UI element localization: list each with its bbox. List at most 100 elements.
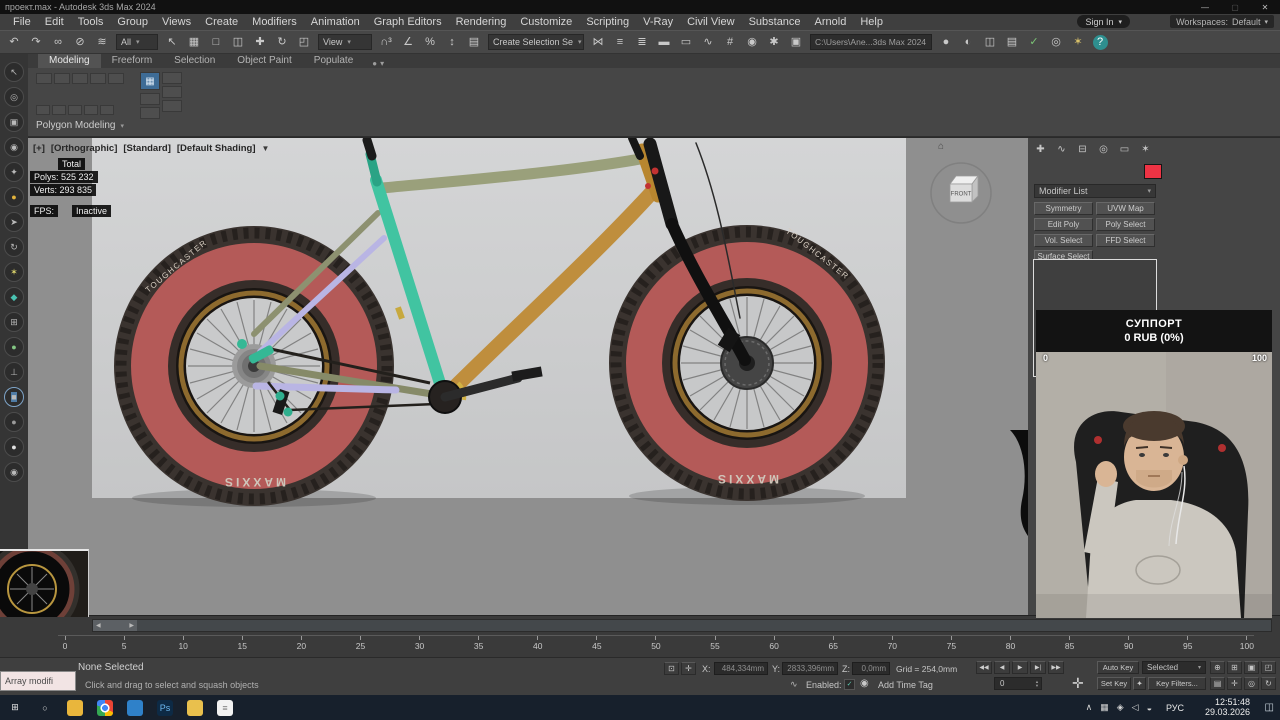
viewport-menu-standard[interactable]: [Standard] <box>123 143 171 154</box>
toolbar-icon[interactable]: ↕ <box>441 32 463 52</box>
tray-icon[interactable]: ▦ <box>1100 702 1109 713</box>
left-tool-icon[interactable]: ➤ <box>4 212 24 232</box>
playback-button[interactable]: ▶| <box>1030 661 1046 674</box>
polygon-modeling-section[interactable]: Polygon Modeling ▾ <box>36 120 124 131</box>
toolbar-icon[interactable]: ≡ <box>609 32 631 52</box>
x-coordinate-field[interactable]: 484,334mm <box>714 662 768 675</box>
menu-item[interactable]: Rendering <box>449 14 514 30</box>
modifier-list-dropdown[interactable]: Modifier List ▾ <box>1034 184 1156 198</box>
taskbar-app-button[interactable] <box>60 695 90 720</box>
ribbon-mini-button[interactable] <box>36 105 50 115</box>
toolbar-icon[interactable]: ▣ <box>785 32 807 52</box>
pan-keyboard-icon[interactable]: ✛ <box>1072 675 1084 692</box>
all-filter-dropdown[interactable]: All ▾ <box>116 34 158 50</box>
toolbar-icon[interactable]: ≋ <box>91 32 113 52</box>
toolbar-icon[interactable]: ↖ <box>161 32 183 52</box>
taskbar-app-button[interactable] <box>180 695 210 720</box>
viewport-nav-icon[interactable]: ▤ <box>1210 677 1225 690</box>
taskbar-app-button[interactable]: Ps <box>150 695 180 720</box>
modifier-button[interactable]: UVW Map <box>1096 202 1155 215</box>
menu-item[interactable]: Substance <box>742 14 808 30</box>
ribbon-mini-button[interactable] <box>108 73 124 84</box>
toolbar-icon[interactable]: ✱ <box>763 32 785 52</box>
ribbon-mini-button[interactable] <box>162 100 182 112</box>
language-indicator[interactable]: РУС <box>1166 695 1184 720</box>
viewport-nav-icon[interactable]: ◰ <box>1261 661 1276 674</box>
left-tool-icon[interactable]: ⊞ <box>4 312 24 332</box>
ribbon-mini-button[interactable] <box>162 72 182 84</box>
project-path-field[interactable]: C:\Users\Ane...3ds Max 2024 <box>810 34 932 50</box>
modifier-button[interactable]: Vol. Select <box>1034 234 1093 247</box>
toolbar-icon[interactable]: ↶ <box>3 32 25 52</box>
tray-icon[interactable]: ◁ <box>1132 702 1139 713</box>
ribbon-mini-button[interactable] <box>72 73 88 84</box>
taskbar-app-button[interactable]: ⊞ <box>0 695 30 720</box>
set-key-button[interactable]: Set Key <box>1097 677 1131 690</box>
sign-in-button[interactable]: Sign In ▾ <box>1077 15 1130 28</box>
ribbon-mini-button[interactable] <box>36 73 52 84</box>
command-panel-tab-icon[interactable]: ◎ <box>1095 142 1112 157</box>
toolbar-icon[interactable]: ▤ <box>1001 32 1023 52</box>
menu-item[interactable]: Tools <box>71 14 111 30</box>
viewport-menu-shading[interactable]: [Default Shading] <box>177 143 256 154</box>
ribbon-tab[interactable]: Selection <box>163 54 226 68</box>
y-coordinate-field[interactable]: 2833,396mm <box>782 662 838 675</box>
left-tool-icon[interactable]: ● <box>4 437 24 457</box>
ribbon-mini-button[interactable] <box>90 73 106 84</box>
add-time-tag[interactable]: Add Time Tag <box>878 680 933 690</box>
toolbar-icon[interactable]: ∠ <box>397 32 419 52</box>
left-tool-icon[interactable]: ● <box>4 337 24 357</box>
menu-item[interactable]: Scripting <box>579 14 636 30</box>
toolbar-icon[interactable]: ● <box>935 32 957 52</box>
left-tool-icon[interactable]: ✦ <box>4 162 24 182</box>
reference-coordinate-dropdown[interactable]: View ▾ <box>318 34 372 50</box>
ribbon-mini-button[interactable] <box>162 86 182 98</box>
toolbar-icon[interactable]: ✚ <box>249 32 271 52</box>
playback-button[interactable]: ◀◀ <box>976 661 992 674</box>
next-frame-icon[interactable]: ▶ <box>129 622 134 629</box>
toolbar-icon[interactable]: ↷ <box>25 32 47 52</box>
viewport-nav-icon[interactable]: ✛ <box>1227 677 1242 690</box>
taskbar-app-button[interactable] <box>90 695 120 720</box>
tray-icon[interactable]: ∧ <box>1086 702 1093 713</box>
left-tool-icon[interactable]: ↻ <box>4 237 24 257</box>
modifier-button[interactable]: Poly Select <box>1096 218 1155 231</box>
toolbar-icon[interactable]: ◉ <box>741 32 763 52</box>
playback-button[interactable]: ▶ <box>1012 661 1028 674</box>
toolbar-icon[interactable]: ∞ <box>47 32 69 52</box>
spinner-arrows-icon[interactable]: ▲ ▼ <box>1035 679 1039 688</box>
toolbar-icon[interactable]: ? <box>1089 32 1111 52</box>
toolbar-icon[interactable]: # <box>719 32 741 52</box>
viewport-nav-icon[interactable]: ↻ <box>1261 677 1276 690</box>
key-mode-dropdown[interactable]: Selected ▾ <box>1142 661 1206 674</box>
toolbar-icon[interactable]: ≣ <box>631 32 653 52</box>
notification-center-icon[interactable]: ◫ <box>1265 695 1274 720</box>
ribbon-mini-button[interactable] <box>140 93 160 105</box>
workspaces-dropdown[interactable]: Workspaces: Default ▾ <box>1170 15 1274 28</box>
time-slider-handle[interactable]: ◀ ▶ <box>93 620 137 631</box>
ribbon-tab[interactable]: Modeling <box>38 54 101 68</box>
ribbon-mini-button[interactable] <box>84 105 98 115</box>
toolbar-icon[interactable]: ✶ <box>1067 32 1089 52</box>
ribbon-mini-button[interactable] <box>140 107 160 119</box>
mini-curve-icon[interactable]: ∿ <box>790 679 798 690</box>
minimize-button[interactable]: — <box>1190 0 1220 14</box>
left-tool-icon[interactable]: ◎ <box>4 87 24 107</box>
toolbar-icon[interactable]: ⊘ <box>69 32 91 52</box>
toolbar-icon[interactable]: ∩³ <box>375 32 397 52</box>
viewport-menu-pov[interactable]: [Orthographic] <box>51 143 118 154</box>
playback-button[interactable]: ◀ <box>994 661 1010 674</box>
left-tool-icon[interactable]: ◉ <box>4 137 24 157</box>
menu-item[interactable]: Edit <box>38 14 71 30</box>
command-panel-tab-icon[interactable]: ✚ <box>1032 142 1049 157</box>
menu-item[interactable]: V-Ray <box>636 14 680 30</box>
toolbar-icon[interactable]: ⋈ <box>587 32 609 52</box>
toolbar-icon[interactable]: ◫ <box>979 32 1001 52</box>
modifier-button[interactable]: Edit Poly <box>1034 218 1093 231</box>
taskbar-app-button[interactable]: ≡ <box>210 695 240 720</box>
menu-item[interactable]: Help <box>853 14 890 30</box>
key-icon[interactable]: ✦ <box>1133 677 1146 690</box>
command-panel-tab-icon[interactable]: ⊟ <box>1074 142 1091 157</box>
reference-thumbnail[interactable] <box>0 541 89 637</box>
tray-icon[interactable]: ◈ <box>1117 702 1124 713</box>
